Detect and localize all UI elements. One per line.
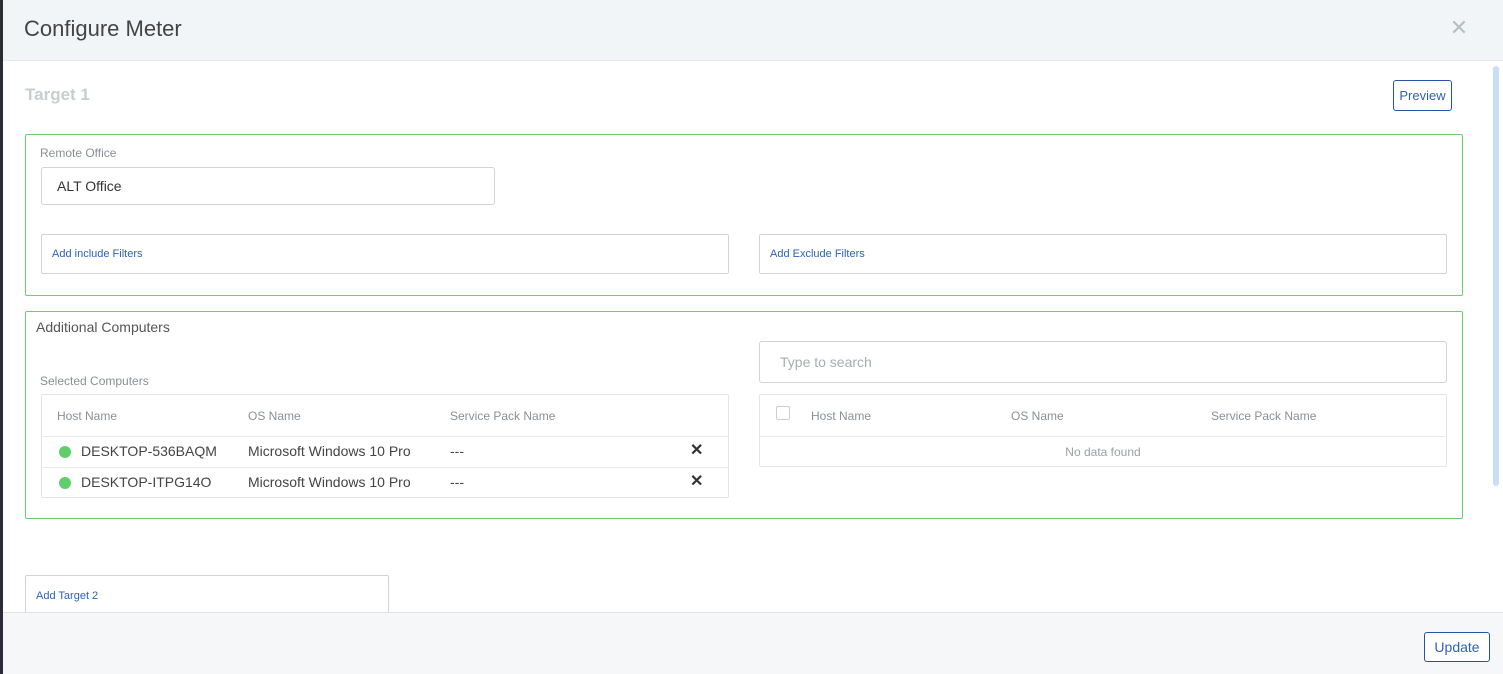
column-header-host-name: Host Name: [811, 409, 872, 423]
target-config-section: Remote Office ALT Office Add include Fil…: [25, 134, 1463, 296]
remote-office-input[interactable]: ALT Office: [41, 167, 495, 205]
exclude-filters-box[interactable]: Add Exclude Filters: [759, 234, 1447, 274]
configure-meter-modal: Configure Meter ✕ Target 1 Preview Remot…: [3, 0, 1503, 674]
table-row: DESKTOP-ITPG14O Microsoft Windows 10 Pro…: [42, 467, 728, 498]
target-title: Target 1: [25, 85, 90, 104]
computer-search-input[interactable]: Type to search: [759, 341, 1447, 383]
remote-office-label: Remote Office: [40, 146, 117, 160]
modal-title: Configure Meter: [24, 16, 182, 41]
column-header-service-pack: Service Pack Name: [450, 409, 556, 423]
os-name-cell: Microsoft Windows 10 Pro: [248, 474, 411, 490]
service-pack-cell: ---: [450, 443, 464, 459]
status-online-icon: [59, 477, 71, 489]
status-online-icon: [59, 446, 71, 458]
remove-x-icon[interactable]: ✕: [690, 471, 703, 491]
select-all-checkbox[interactable]: [776, 406, 790, 420]
table-row: DESKTOP-536BAQM Microsoft Windows 10 Pro…: [42, 436, 728, 467]
selected-computers-table: Host Name OS Name Service Pack Name DESK…: [41, 394, 729, 498]
host-name-cell: DESKTOP-536BAQM: [81, 443, 217, 459]
update-button[interactable]: Update: [1424, 632, 1490, 662]
no-data-message: No data found: [760, 436, 1446, 467]
remove-x-icon[interactable]: ✕: [690, 440, 703, 460]
modal-header: Configure Meter ✕: [3, 0, 1503, 61]
host-name-cell: DESKTOP-ITPG14O: [81, 474, 212, 490]
column-header-host-name: Host Name: [57, 409, 118, 423]
preview-button[interactable]: Preview: [1393, 80, 1452, 111]
additional-computers-section: Additional Computers Selected Computers …: [25, 311, 1463, 519]
additional-computers-title: Additional Computers: [36, 319, 170, 335]
column-header-os-name: OS Name: [248, 409, 301, 423]
os-name-cell: Microsoft Windows 10 Pro: [248, 443, 411, 459]
add-exclude-filters-link[interactable]: Add Exclude Filters: [770, 248, 865, 260]
add-target-box[interactable]: Add Target 2: [25, 575, 389, 615]
column-header-os-name: OS Name: [1011, 409, 1064, 423]
selected-computers-label: Selected Computers: [40, 374, 149, 388]
column-header-service-pack: Service Pack Name: [1211, 409, 1317, 423]
modal-footer: [3, 612, 1503, 674]
include-filters-box[interactable]: Add include Filters: [41, 234, 729, 274]
search-results-table: Host Name OS Name Service Pack Name No d…: [759, 394, 1447, 467]
add-target-link[interactable]: Add Target 2: [36, 590, 98, 602]
scrollbar-thumb[interactable]: [1493, 66, 1499, 486]
service-pack-cell: ---: [450, 474, 464, 490]
close-icon[interactable]: ✕: [1449, 16, 1469, 40]
add-include-filters-link[interactable]: Add include Filters: [52, 248, 143, 260]
